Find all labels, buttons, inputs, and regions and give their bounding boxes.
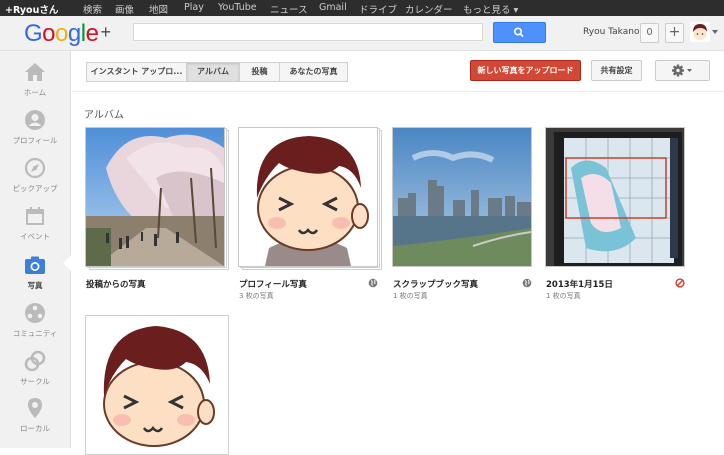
- logo-letter: g: [67, 20, 81, 47]
- sidebar-item-home[interactable]: ホーム: [0, 61, 70, 107]
- circles-icon: [24, 350, 46, 372]
- sidebar-item-communities[interactable]: コミュニティ: [0, 302, 70, 348]
- album-thumbnail[interactable]: [545, 127, 685, 267]
- album-card[interactable]: スクラップブック写真 1 枚の写真: [392, 127, 536, 302]
- sidebar-selection-pointer: [63, 255, 71, 271]
- logo-letter: o: [55, 20, 68, 47]
- photos-toolbar: インスタント アップロ... アルバム 投稿 あなたの写真 新しい写真をアップロ…: [72, 51, 724, 92]
- avatar-image: [690, 22, 710, 42]
- sidebar-item-explore[interactable]: ピックアップ: [0, 157, 70, 203]
- notification-count[interactable]: 0: [640, 23, 659, 43]
- chevron-down-icon: ▾: [513, 5, 519, 16]
- account-chevron-down-icon[interactable]: [712, 30, 718, 34]
- topbar-link-images[interactable]: 画像: [115, 2, 134, 16]
- tab-posts[interactable]: 投稿: [239, 62, 280, 82]
- city-skyline-photo: [393, 128, 531, 266]
- album-thumbnail[interactable]: [238, 127, 378, 267]
- album-card[interactable]: プロフィール写真 3 枚の写真: [238, 127, 382, 302]
- sidebar-label-photos: 写真: [27, 281, 43, 290]
- topbar-link-more[interactable]: もっと見る ▾: [463, 2, 518, 16]
- search-button[interactable]: [493, 22, 546, 43]
- figure-box-photo: [546, 128, 684, 266]
- sidebar-item-photos[interactable]: 写真: [0, 254, 70, 300]
- album-title[interactable]: 2013年1月15日: [546, 278, 613, 290]
- album-photo-count: 3 枚の写真: [239, 292, 274, 300]
- logo-plus: +: [100, 22, 111, 42]
- sidebar-item-profile[interactable]: プロフィール: [0, 109, 70, 155]
- google-plus-logo[interactable]: Google +: [24, 17, 111, 47]
- sidebar-label-explore: ピックアップ: [12, 184, 58, 193]
- events-icon: [26, 207, 44, 225]
- sidebar-item-events[interactable]: イベント: [0, 205, 70, 251]
- home-icon: [25, 63, 45, 81]
- sidebar-label-communities: コミュニティ: [12, 329, 58, 338]
- album-thumbnail[interactable]: [85, 127, 225, 267]
- local-icon: [28, 398, 42, 418]
- tab-your-photos[interactable]: あなたの写真: [279, 62, 348, 82]
- sidebar-label-events: イベント: [20, 232, 50, 241]
- camera-icon: [25, 256, 45, 274]
- profile-icon: [25, 110, 45, 130]
- album-title[interactable]: スクラップブック写真: [393, 278, 478, 290]
- cartoon-avatar-photo: [86, 316, 228, 454]
- settings-menu-button[interactable]: [655, 60, 710, 81]
- topbar-link-youtube[interactable]: YouTube: [218, 2, 257, 13]
- search-input[interactable]: [133, 23, 483, 41]
- topbar-link-maps[interactable]: 地図: [149, 2, 168, 16]
- topbar-link-news[interactable]: ニュース: [270, 2, 308, 16]
- logo-letter: G: [24, 20, 43, 47]
- google-top-bar: +Ryouさん 検索 画像 地図 Play YouTube ニュース Gmail…: [0, 0, 724, 16]
- sidebar-item-local[interactable]: ローカル: [0, 397, 70, 443]
- topbar-link-search[interactable]: 検索: [83, 2, 102, 16]
- album-photo-count: 1 枚の写真: [393, 292, 428, 300]
- communities-icon: [25, 303, 45, 323]
- share-plus-button[interactable]: +: [665, 23, 684, 43]
- album-photo-count: 1 枚の写真: [546, 292, 581, 300]
- sidebar-label-home: ホーム: [23, 88, 47, 97]
- album-card[interactable]: 投稿からの写真: [85, 127, 229, 302]
- topbar-link-profile[interactable]: +Ryouさん: [5, 2, 58, 16]
- upload-new-photos-button[interactable]: 新しい写真をアップロード: [470, 60, 581, 81]
- globe-icon: [368, 278, 378, 288]
- sidebar-label-local: ローカル: [20, 424, 50, 433]
- logo-letter: e: [85, 20, 99, 47]
- topbar-link-calendar[interactable]: カレンダー: [405, 2, 453, 16]
- blocked-icon: [675, 278, 685, 288]
- tab-instant-upload[interactable]: インスタント アップロ...: [86, 62, 187, 82]
- share-settings-button[interactable]: 共有設定: [591, 60, 642, 81]
- sidebar-item-circles[interactable]: サークル: [0, 350, 70, 396]
- album-title[interactable]: 投稿からの写真: [86, 278, 146, 290]
- sidebar-label-circles: サークル: [20, 377, 50, 386]
- header: Google + Ryou Takano 0 +: [0, 16, 724, 51]
- sidebar-label-profile: プロフィール: [12, 136, 58, 145]
- sidebar: ホーム プロフィール ピックアップ イベント 写真 コミュニティ サークル ロー…: [0, 51, 71, 448]
- gear-icon: [672, 64, 692, 77]
- search-icon: [513, 27, 524, 38]
- topbar-more-label: もっと見る: [463, 5, 511, 16]
- cartoon-avatar-photo: [239, 128, 377, 266]
- user-name-link[interactable]: Ryou Takano: [583, 27, 639, 37]
- album-thumbnail[interactable]: [392, 127, 532, 267]
- album-thumbnail[interactable]: [85, 315, 229, 455]
- cherry-blossom-photo: [86, 128, 224, 266]
- section-title: アルバム: [84, 110, 124, 121]
- logo-letter: o: [42, 20, 56, 47]
- topbar-link-play[interactable]: Play: [184, 2, 204, 13]
- topbar-link-gmail[interactable]: Gmail: [319, 2, 347, 13]
- topbar-link-drive[interactable]: ドライブ: [359, 2, 397, 16]
- explore-icon: [24, 157, 46, 179]
- globe-icon: [522, 278, 532, 288]
- avatar[interactable]: [690, 22, 710, 42]
- album-card[interactable]: 2013年1月15日 1 枚の写真: [545, 127, 689, 302]
- tab-albums[interactable]: アルバム: [186, 62, 240, 82]
- album-title[interactable]: プロフィール写真: [239, 278, 307, 290]
